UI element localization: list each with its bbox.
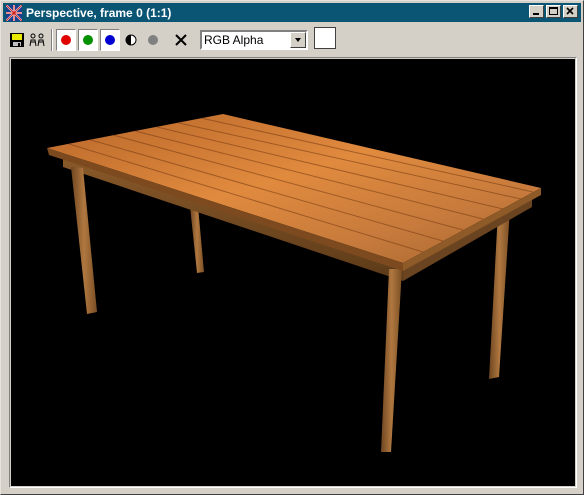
close-icon [566, 7, 574, 15]
render-viewport[interactable] [11, 59, 575, 486]
rendered-wooden-table [47, 114, 541, 452]
clear-button[interactable] [171, 29, 191, 51]
green-channel-button[interactable] [78, 29, 98, 51]
red-dot-icon [61, 35, 71, 45]
channel-display-select[interactable]: RGB Alpha [200, 30, 308, 50]
app-icon [6, 4, 22, 21]
close-button[interactable] [563, 5, 578, 18]
gray-dot-icon [148, 35, 158, 45]
color-swatch[interactable] [314, 27, 336, 49]
blue-channel-button[interactable] [100, 29, 120, 51]
toolbar: RGB Alpha [3, 25, 581, 53]
maximize-icon [549, 7, 558, 15]
minimize-button[interactable] [529, 5, 544, 18]
clear-icon [175, 34, 187, 46]
save-icon [10, 33, 24, 47]
alpha-channel-button[interactable] [121, 29, 141, 51]
green-dot-icon [83, 35, 93, 45]
render-frame-window: Perspective, frame 0 (1:1) RGB Alpha [0, 0, 584, 495]
title-bar[interactable]: Perspective, frame 0 (1:1) [3, 3, 581, 22]
save-image-button[interactable] [7, 29, 27, 51]
minimize-icon [533, 13, 539, 15]
mono-channel-button[interactable] [143, 29, 163, 51]
clone-icon [29, 33, 45, 47]
red-channel-button[interactable] [56, 29, 76, 51]
render-viewport-frame [9, 57, 577, 488]
alpha-channel-icon [125, 34, 137, 46]
channel-select-value: RGB Alpha [204, 33, 264, 47]
clone-window-button[interactable] [27, 29, 47, 51]
maximize-button[interactable] [546, 5, 561, 18]
dropdown-arrow-button[interactable] [290, 32, 306, 48]
toolbar-separator [51, 29, 53, 51]
chevron-down-icon [295, 38, 301, 42]
blue-dot-icon [105, 35, 115, 45]
window-title: Perspective, frame 0 (1:1) [26, 5, 172, 20]
